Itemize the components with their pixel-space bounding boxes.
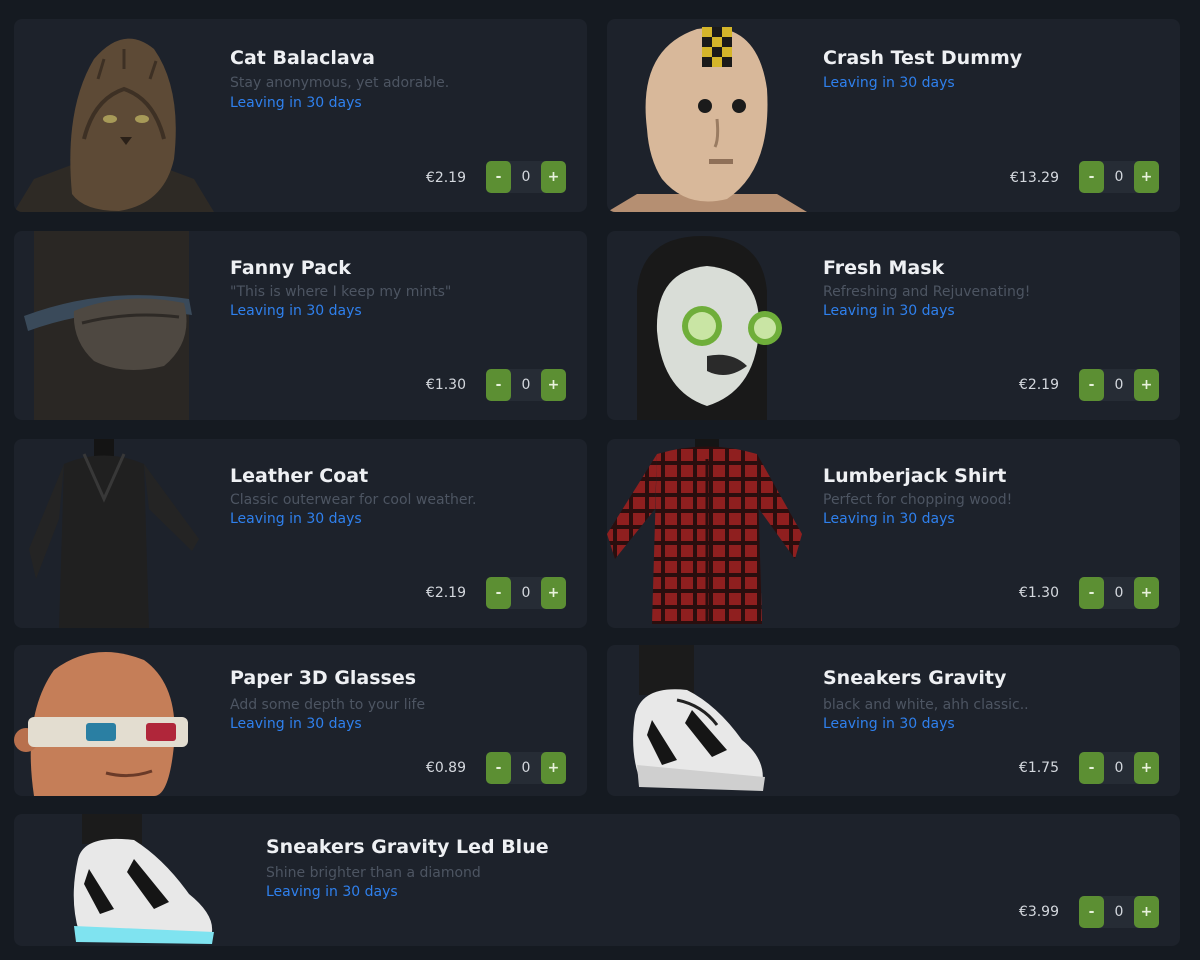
sneakers-led-blue-icon — [14, 814, 244, 946]
decrement-button[interactable]: - — [1079, 369, 1104, 401]
item-description: "This is where I keep my mints" — [230, 284, 452, 300]
item-price: €1.75 — [1018, 760, 1059, 776]
item-name: Crash Test Dummy — [823, 47, 1023, 69]
decrement-button[interactable]: - — [486, 369, 511, 401]
item-price: €13.29 — [1010, 170, 1059, 186]
quantity-value: 0 — [521, 169, 531, 185]
item-name: Lumberjack Shirt — [823, 465, 1007, 487]
item-leaving-notice: Leaving in 30 days — [230, 95, 362, 111]
shop-item-card: Sneakers Gravity Led Blue Shine brighter… — [14, 814, 1180, 946]
item-name: Paper 3D Glasses — [230, 667, 417, 689]
increment-button[interactable]: + — [541, 369, 566, 401]
paper-3d-glasses-icon — [14, 645, 214, 796]
item-description: Classic outerwear for cool weather. — [230, 492, 477, 508]
increment-button[interactable]: + — [1134, 577, 1159, 609]
increment-button[interactable]: + — [541, 752, 566, 784]
quantity-value: 0 — [1114, 377, 1124, 393]
item-name: Sneakers Gravity — [823, 667, 1007, 689]
item-leaving-notice: Leaving in 30 days — [266, 884, 398, 900]
leather-coat-icon — [14, 439, 214, 628]
item-name: Sneakers Gravity Led Blue — [266, 836, 549, 858]
quantity-stepper: - 0 + — [1079, 577, 1159, 609]
item-leaving-notice: Leaving in 30 days — [823, 303, 955, 319]
shop-item-card: Lumberjack Shirt Perfect for chopping wo… — [607, 439, 1180, 628]
item-name: Cat Balaclava — [230, 47, 375, 69]
quantity-stepper: - 0 + — [1079, 752, 1159, 784]
fresh-mask-icon — [607, 231, 807, 420]
crash-test-dummy-icon — [607, 19, 807, 212]
item-leaving-notice: Leaving in 30 days — [230, 716, 362, 732]
decrement-button[interactable]: - — [486, 161, 511, 193]
item-price: €0.89 — [425, 760, 466, 776]
sneakers-gravity-icon — [607, 645, 807, 796]
decrement-button[interactable]: - — [1079, 161, 1104, 193]
item-name: Leather Coat — [230, 465, 369, 487]
shop-item-card: Leather Coat Classic outerwear for cool … — [14, 439, 587, 628]
item-price: €1.30 — [1018, 585, 1059, 601]
quantity-value: 0 — [1114, 169, 1124, 185]
item-description: Refreshing and Rejuvenating! — [823, 284, 1031, 300]
item-leaving-notice: Leaving in 30 days — [230, 511, 362, 527]
quantity-stepper: - 0 + — [486, 752, 566, 784]
shop-item-card: Paper 3D Glasses Add some depth to your … — [14, 645, 587, 796]
quantity-value: 0 — [1114, 904, 1124, 920]
increment-button[interactable]: + — [541, 161, 566, 193]
increment-button[interactable]: + — [1134, 161, 1159, 193]
increment-button[interactable]: + — [1134, 896, 1159, 928]
lumberjack-shirt-icon — [607, 439, 807, 628]
shop-item-card: Fanny Pack "This is where I keep my mint… — [14, 231, 587, 420]
item-description: Shine brighter than a diamond — [266, 865, 481, 881]
quantity-value: 0 — [1114, 760, 1124, 776]
item-price: €2.19 — [1018, 377, 1059, 393]
quantity-stepper: - 0 + — [1079, 161, 1159, 193]
shop-item-card: Crash Test Dummy Leaving in 30 days €13.… — [607, 19, 1180, 212]
item-price: €3.99 — [1018, 904, 1059, 920]
item-leaving-notice: Leaving in 30 days — [230, 303, 362, 319]
quantity-stepper: - 0 + — [486, 577, 566, 609]
quantity-value: 0 — [521, 760, 531, 776]
item-leaving-notice: Leaving in 30 days — [823, 75, 955, 91]
item-description: black and white, ahh classic.. — [823, 697, 1029, 713]
quantity-value: 0 — [521, 585, 531, 601]
cat-balaclava-icon — [14, 19, 214, 212]
shop-item-card: Fresh Mask Refreshing and Rejuvenating! … — [607, 231, 1180, 420]
item-name: Fresh Mask — [823, 257, 945, 279]
quantity-value: 0 — [1114, 585, 1124, 601]
quantity-stepper: - 0 + — [1079, 369, 1159, 401]
decrement-button[interactable]: - — [486, 752, 511, 784]
quantity-stepper: - 0 + — [486, 369, 566, 401]
item-name: Fanny Pack — [230, 257, 351, 279]
decrement-button[interactable]: - — [1079, 752, 1104, 784]
item-price: €2.19 — [425, 170, 466, 186]
shop-item-card: Sneakers Gravity black and white, ahh cl… — [607, 645, 1180, 796]
decrement-button[interactable]: - — [1079, 577, 1104, 609]
decrement-button[interactable]: - — [486, 577, 511, 609]
item-description: Perfect for chopping wood! — [823, 492, 1013, 508]
item-leaving-notice: Leaving in 30 days — [823, 511, 955, 527]
increment-button[interactable]: + — [1134, 752, 1159, 784]
quantity-stepper: - 0 + — [1079, 896, 1159, 928]
item-price: €2.19 — [425, 585, 466, 601]
decrement-button[interactable]: - — [1079, 896, 1104, 928]
shop-item-card: Cat Balaclava Stay anonymous, yet adorab… — [14, 19, 587, 212]
item-leaving-notice: Leaving in 30 days — [823, 716, 955, 732]
quantity-stepper: - 0 + — [486, 161, 566, 193]
item-price: €1.30 — [425, 377, 466, 393]
quantity-value: 0 — [521, 377, 531, 393]
fanny-pack-icon — [14, 231, 214, 420]
increment-button[interactable]: + — [1134, 369, 1159, 401]
item-description: Stay anonymous, yet adorable. — [230, 75, 450, 91]
item-description: Add some depth to your life — [230, 697, 426, 713]
increment-button[interactable]: + — [541, 577, 566, 609]
